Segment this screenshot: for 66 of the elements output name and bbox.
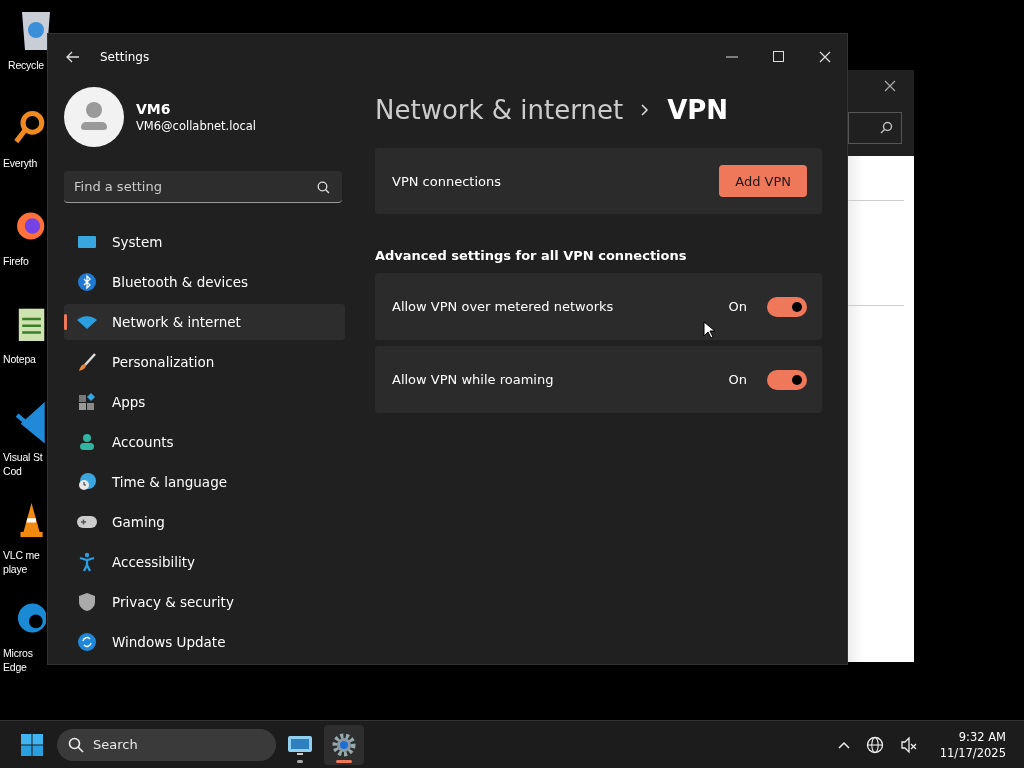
toggle-state-text: On	[728, 299, 747, 314]
setting-label: Allow VPN over metered networks	[392, 299, 614, 314]
section-heading: Advanced settings for all VPN connections	[375, 248, 688, 263]
globe-icon[interactable]	[865, 735, 884, 754]
search-icon	[879, 121, 893, 135]
search-icon	[68, 736, 84, 753]
mouse-cursor-icon	[703, 321, 715, 339]
setting-label: Allow VPN while roaming	[392, 372, 554, 387]
user-email: VM6@collabnet.local	[136, 119, 257, 133]
add-vpn-button[interactable]: Add VPN	[719, 165, 807, 197]
chevron-icon	[641, 104, 650, 116]
shield-icon	[76, 592, 98, 612]
desktop-icon-label: Recycle	[8, 58, 44, 72]
sidebar-item[interactable]: Bluetooth & devices	[64, 264, 345, 300]
desktop-icon-label: Visual St	[3, 450, 43, 464]
back-arrow-icon[interactable]	[66, 50, 80, 63]
gamepad-icon	[76, 514, 98, 530]
sidebar-item[interactable]: Accounts	[64, 424, 345, 460]
clock-time[interactable]: 9:32 AM	[958, 728, 1006, 745]
desktop-icon-label: Notepa	[3, 352, 36, 366]
monitor-icon	[287, 733, 313, 756]
brush-icon	[76, 352, 98, 372]
sidebar-item[interactable]: Gaming	[64, 504, 345, 540]
taskbar-app-button[interactable]	[324, 724, 364, 765]
taskbar-search-field[interactable]: Search	[57, 728, 276, 761]
clock-globe-icon	[76, 472, 98, 492]
sidebar-item[interactable]: Apps	[64, 384, 345, 420]
bluetooth-icon	[76, 272, 98, 292]
desktop-icon-label: Edge	[3, 660, 27, 674]
close-icon[interactable]	[884, 80, 896, 92]
apps-icon	[76, 392, 98, 412]
settings-icon	[332, 732, 356, 757]
toggle-switch[interactable]	[767, 369, 807, 390]
clock-date[interactable]: 11/17/2025	[939, 744, 1006, 761]
desktop-icon-label: Micros	[3, 646, 33, 660]
user-name: VM6	[136, 101, 172, 117]
sidebar-item[interactable]: Accessibility	[64, 544, 345, 580]
desktop-icon-label: Firefo	[3, 254, 29, 268]
window-title: Settings	[100, 49, 150, 64]
page-title: VPN	[667, 95, 729, 125]
sidebar-item[interactable]: Time & language	[64, 464, 345, 500]
desktop-icon-label: VLC me	[3, 548, 40, 562]
sidebar-item[interactable]: Privacy & security	[64, 584, 345, 620]
search-icon	[317, 181, 330, 194]
monitor-icon	[76, 234, 98, 250]
desktop-icon-label: Everyth	[3, 156, 38, 170]
toggle-state-text: On	[728, 372, 747, 387]
sync-icon	[76, 632, 98, 652]
chevron-up-icon[interactable]	[837, 740, 850, 749]
wifi-icon	[76, 315, 98, 329]
breadcrumb-link[interactable]: Network & internet	[375, 95, 624, 125]
sidebar-item[interactable]: Personalization	[64, 344, 345, 380]
desktop-icon-label: playe	[3, 562, 28, 576]
minimize-icon[interactable]	[726, 55, 738, 58]
maximize-icon[interactable]	[773, 51, 784, 62]
speaker-muted-icon[interactable]	[899, 735, 918, 754]
setting-label: VPN connections	[392, 173, 501, 189]
search-field[interactable]	[848, 112, 902, 144]
start-icon[interactable]	[20, 732, 44, 757]
sidebar-item[interactable]: System	[64, 224, 345, 260]
sidebar-item[interactable]: Network & internet	[64, 304, 345, 340]
settings-search-field[interactable]: Find a setting	[64, 171, 342, 203]
avatar-icon	[64, 87, 124, 147]
desktop-icon-label: Cod	[3, 464, 22, 478]
sidebar-item[interactable]: Windows Update	[64, 624, 345, 660]
toggle-switch[interactable]	[767, 296, 807, 317]
